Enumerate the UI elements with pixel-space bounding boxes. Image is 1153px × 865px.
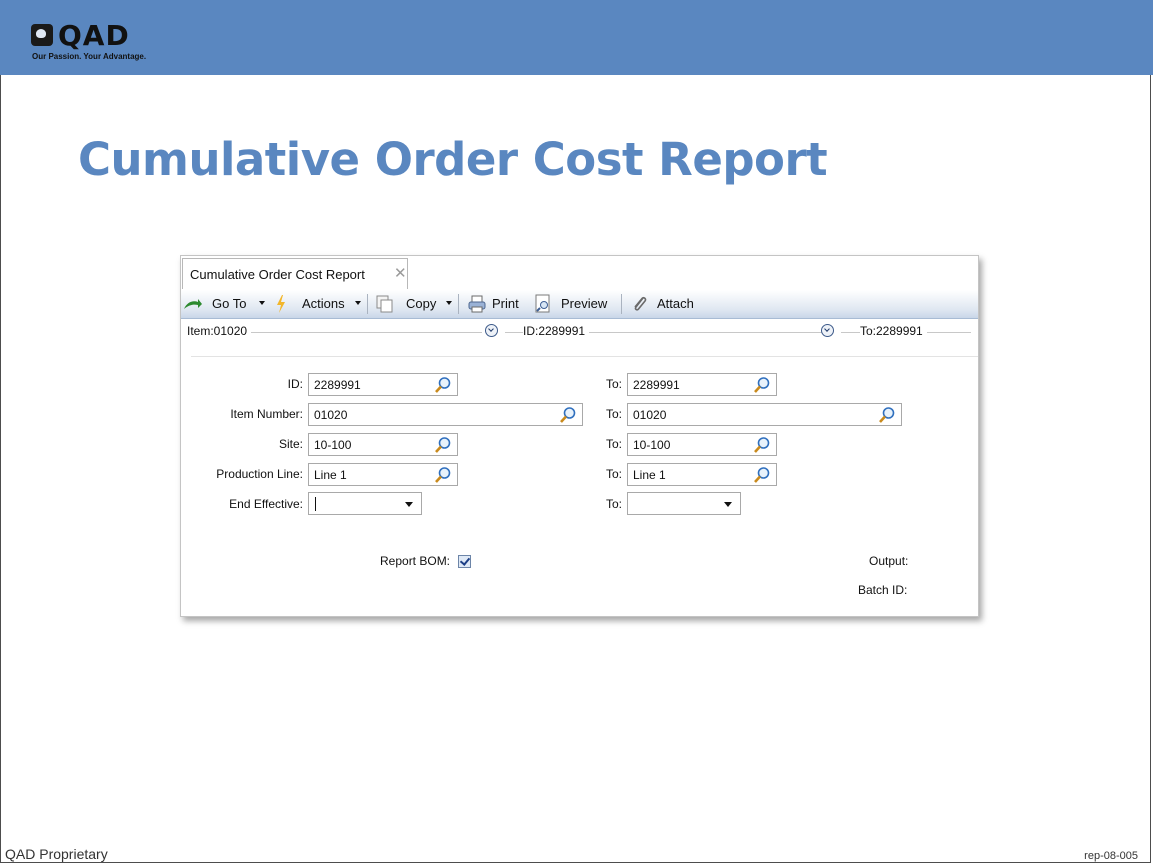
header-banner: QAD Our Passion. Your Advantage. [0, 0, 1153, 75]
search-icon[interactable] [434, 466, 452, 484]
report-bom-checkbox[interactable] [458, 555, 471, 568]
site-to-input[interactable]: 10-100 [627, 433, 777, 456]
report-window: Cumulative Order Cost Report ✕ Go To Act… [180, 255, 979, 617]
site-from-input[interactable]: 10-100 [308, 433, 458, 456]
expand-chevron-icon[interactable] [485, 324, 498, 337]
item-number-to-label: To: [606, 407, 623, 421]
tab-strip: Cumulative Order Cost Report ✕ [181, 256, 978, 291]
item-number-from-input[interactable]: 01020 [308, 403, 583, 426]
summary-item: Item:01020 [187, 324, 252, 338]
paperclip-icon [634, 296, 647, 311]
search-icon[interactable] [434, 436, 452, 454]
end-effective-from-select[interactable] [308, 492, 422, 515]
footer-proprietary: QAD Proprietary [5, 846, 108, 862]
site-from-value: 10-100 [314, 438, 352, 452]
toolbar-separator [367, 294, 368, 314]
preview-icon [535, 294, 550, 313]
site-to-label: To: [606, 437, 623, 451]
search-icon[interactable] [559, 406, 577, 424]
report-bom-label: Report BOM: [380, 554, 451, 568]
form-divider [191, 356, 978, 357]
production-line-to-value: Line 1 [633, 468, 666, 482]
summary-to: To:2289991 [860, 324, 927, 338]
actions-dropdown-icon [355, 301, 361, 305]
chevron-down-icon[interactable] [405, 502, 413, 507]
copy-icon [376, 295, 393, 313]
id-from-value: 2289991 [314, 378, 361, 392]
toolbar-separator [458, 294, 459, 314]
search-icon[interactable] [878, 406, 896, 424]
toolbar-separator [621, 294, 622, 314]
lightning-icon [277, 295, 285, 313]
chevron-down-icon[interactable] [724, 502, 732, 507]
attach-label: Attach [657, 296, 694, 311]
site-label: Site: [278, 437, 303, 451]
qad-logo-mark-icon [31, 24, 53, 46]
production-line-from-input[interactable]: Line 1 [308, 463, 458, 486]
printer-icon [468, 295, 486, 313]
end-effective-label: End Effective: [229, 497, 303, 511]
goto-arrow-icon [184, 299, 202, 309]
production-line-to-input[interactable]: Line 1 [627, 463, 777, 486]
footer-slide-code: rep-08-005 [1084, 850, 1138, 862]
toolbar: Go To Actions Copy Print Preview Attach [181, 290, 978, 319]
tab-label: Cumulative Order Cost Report [190, 267, 365, 282]
print-label: Print [492, 296, 519, 311]
tab-cumulative-order-cost-report[interactable]: Cumulative Order Cost Report ✕ [182, 258, 408, 289]
item-number-to-value: 01020 [633, 408, 667, 422]
id-to-value: 2289991 [633, 378, 680, 392]
preview-label: Preview [561, 296, 608, 311]
production-line-label: Production Line: [216, 467, 303, 481]
search-icon[interactable] [753, 376, 771, 394]
id-from-input[interactable]: 2289991 [308, 373, 458, 396]
search-icon[interactable] [753, 466, 771, 484]
item-number-from-value: 01020 [314, 408, 348, 422]
production-line-from-value: Line 1 [314, 468, 347, 482]
logo-text: QAD [58, 19, 130, 52]
close-icon[interactable]: ✕ [394, 264, 407, 282]
output-label: Output: [869, 554, 909, 568]
search-icon[interactable] [434, 376, 452, 394]
copy-dropdown-icon [446, 301, 452, 305]
actions-label: Actions [302, 296, 345, 311]
goto-label: Go To [212, 296, 247, 311]
id-to-input[interactable]: 2289991 [627, 373, 777, 396]
expand-chevron-icon[interactable] [821, 324, 834, 337]
end-effective-to-label: To: [606, 497, 623, 511]
batch-id-label: Batch ID: [858, 583, 908, 597]
end-effective-to-select[interactable] [627, 492, 741, 515]
slide-title: Cumulative Order Cost Report [78, 133, 828, 186]
logo-tagline: Our Passion. Your Advantage. [32, 52, 147, 61]
site-to-value: 10-100 [633, 438, 671, 452]
item-number-to-input[interactable]: 01020 [627, 403, 902, 426]
copy-label: Copy [406, 296, 437, 311]
summary-id: ID:2289991 [523, 324, 590, 338]
item-number-label: Item Number: [230, 407, 303, 421]
id-label: ID: [287, 377, 303, 391]
text-cursor [315, 497, 316, 511]
summary-bar: Item:01020 ID:2289991 To:2289991 [181, 319, 978, 347]
search-icon[interactable] [753, 436, 771, 454]
id-to-label: To: [606, 377, 623, 391]
production-line-to-label: To: [606, 467, 623, 481]
goto-dropdown-icon [259, 301, 265, 305]
